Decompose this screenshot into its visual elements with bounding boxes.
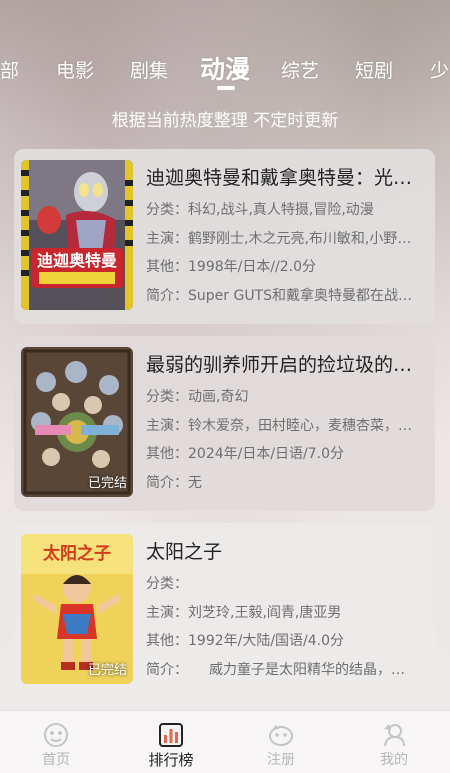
- tab-anime[interactable]: 动漫: [200, 50, 250, 86]
- item-cast: 主演：铃木爱奈，田村睦心，麦穗杏菜，…: [146, 418, 412, 434]
- register-icon: [269, 725, 293, 746]
- item-other: 其他：1998年/日本//2.0分: [146, 259, 317, 275]
- status-badge: 已完结: [87, 663, 127, 678]
- item-cast: 主演：鹤野刚士,木之元亮,布川敏和,小野…: [146, 231, 412, 247]
- nav-label: 注册: [267, 752, 295, 768]
- nav-home[interactable]: 首页: [16, 721, 96, 769]
- poster-title-text: 迪迦奥特曼: [37, 251, 117, 270]
- item-summary: 简介：无: [146, 475, 202, 491]
- bottom-nav: 首页 排行榜 注册 我的: [0, 710, 450, 773]
- poster-image[interactable]: 太阳之子 已完结: [21, 534, 133, 684]
- tab-short-drama[interactable]: 短剧: [355, 56, 393, 83]
- poster-image[interactable]: 迪迦奥特曼: [21, 160, 133, 310]
- item-other: 其他：2024年/日本/日语/7.0分: [146, 446, 345, 462]
- nav-profile[interactable]: 我的: [354, 721, 434, 769]
- poster-image[interactable]: 已完结: [21, 347, 133, 497]
- tab-kids[interactable]: 少: [430, 56, 449, 83]
- list-item[interactable]: 已完结 最弱的驯养师开启的捡垃圾的… 分类：动画,奇幻 主演：铃木爱奈，田村睦心…: [14, 336, 435, 511]
- item-summary: 简介：Super GUTS和戴拿奥特曼都在战…: [146, 288, 412, 304]
- item-cast: 主演：刘芝玲,王毅,阎青,唐亚男: [146, 605, 342, 621]
- tab-all[interactable]: 部: [0, 56, 19, 83]
- item-title[interactable]: 太阳之子: [146, 537, 421, 564]
- nav-label: 排行榜: [148, 751, 194, 769]
- tab-series[interactable]: 剧集: [130, 56, 168, 83]
- tab-movies[interactable]: 电影: [56, 56, 94, 83]
- category-tab-bar: 部 电影 剧集 动漫 综艺 短剧 少: [0, 46, 450, 96]
- profile-icon: [384, 724, 405, 747]
- list-item[interactable]: 迪迦奥特曼 迪迦奥特曼和戴拿奥特曼：光… 分类：科幻,战斗,真人特摄,冒险,动漫…: [14, 149, 435, 324]
- ranking-subtitle: 根据当前热度整理 不定时更新: [111, 111, 339, 131]
- item-title[interactable]: 迪迦奥特曼和戴拿奥特曼：光…: [146, 163, 421, 190]
- nav-register[interactable]: 注册: [241, 721, 321, 769]
- item-other: 其他：1992年/大陆/国语/4.0分: [146, 633, 345, 649]
- nav-label: 首页: [42, 752, 70, 768]
- list-item[interactable]: 太阳之子 已完结 太阳之子 分类： 主演：刘芝玲,王毅,阎青,唐亚男 其他：19…: [14, 523, 435, 698]
- nav-ranking[interactable]: 排行榜: [131, 721, 211, 770]
- item-title[interactable]: 最弱的驯养师开启的捡垃圾的…: [146, 350, 421, 377]
- item-category: 分类：动画,奇幻: [146, 389, 249, 405]
- status-badge: 已完结: [87, 476, 127, 491]
- item-summary: 简介： 威力童子是太阳精华的结晶，…: [146, 662, 405, 678]
- home-icon: [44, 723, 68, 747]
- poster-title-text: 太阳之子: [43, 543, 111, 564]
- item-category: 分类：科幻,战斗,真人特摄,冒险,动漫: [146, 202, 374, 218]
- active-tab-indicator: [217, 86, 235, 90]
- tab-variety[interactable]: 综艺: [281, 56, 319, 83]
- ranking-icon: [159, 723, 183, 747]
- nav-label: 我的: [380, 752, 408, 768]
- item-category: 分类：: [146, 576, 188, 592]
